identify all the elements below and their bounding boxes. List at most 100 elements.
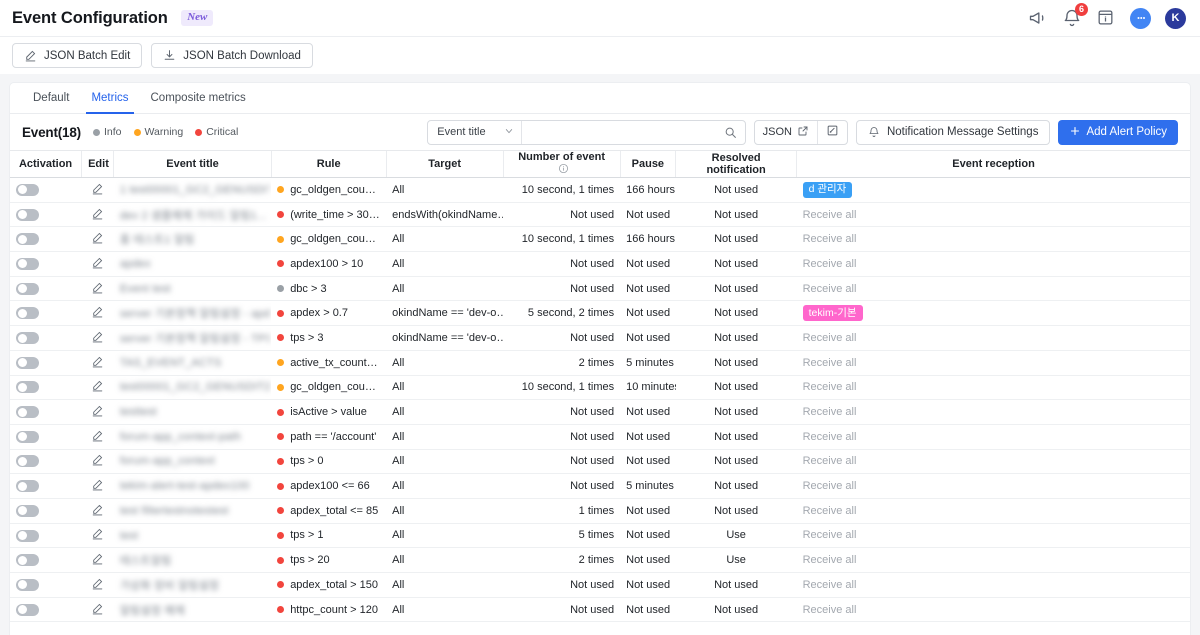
rule-cell: isActive > value: [271, 399, 387, 425]
activation-cell: [10, 325, 82, 351]
edit-pencil-icon[interactable]: [91, 231, 104, 247]
edit-pencil-icon[interactable]: [91, 281, 104, 297]
notification-message-settings-button[interactable]: Notification Message Settings: [855, 119, 1051, 145]
col-number-of-event-label: Number of event: [518, 151, 606, 163]
event-title-text: TAS_EVENT_ACTS: [119, 356, 222, 369]
rule-cell: gc_oldgen_count >…: [271, 375, 387, 401]
activation-toggle[interactable]: [16, 430, 39, 443]
activation-toggle[interactable]: [16, 307, 39, 320]
event-reception-cell: Receive all: [796, 449, 1190, 475]
event-title-cell: tekim-alert-test-apdex100: [113, 473, 272, 499]
legend-item-warning: Warning: [133, 126, 183, 138]
event-reception-badge[interactable]: tekim-기본: [802, 305, 863, 322]
event-reception-text: Receive all: [802, 282, 857, 295]
activation-cell: [10, 226, 82, 253]
edit-pencil-icon[interactable]: [91, 379, 104, 395]
activation-toggle[interactable]: [16, 282, 39, 295]
activation-toggle[interactable]: [16, 554, 39, 567]
event-reception-text: Receive all: [802, 233, 857, 246]
edit-pencil-icon[interactable]: [91, 207, 104, 223]
rule-text: gc_oldgen_count >…: [290, 381, 380, 394]
edit-cell: [81, 325, 114, 351]
event-reception-badge[interactable]: d 관리자: [802, 181, 853, 198]
table-row: server 기본정책 알림설정 - apdex apdex > 0.7 okind…: [10, 300, 1190, 327]
edit-pencil-icon[interactable]: [91, 429, 104, 445]
pause-cell: Not used: [620, 399, 676, 425]
number-of-event-cell: Not used: [503, 325, 621, 351]
edit-pencil-icon[interactable]: [91, 602, 104, 618]
resolved-notification-cell: Not used: [675, 449, 797, 475]
activation-toggle[interactable]: [16, 455, 39, 468]
event-title-cell: 홍 테스트1 알림: [113, 226, 272, 253]
rule-cell: path == '/account': [271, 424, 387, 450]
edit-pencil-icon[interactable]: [91, 577, 104, 593]
page-title-wrap: Event Configuration New: [12, 9, 214, 28]
edit-pencil-icon[interactable]: [91, 355, 104, 371]
edit-pencil-icon[interactable]: [91, 527, 104, 543]
event-reception-cell: Receive all: [796, 399, 1190, 425]
activation-cell: [10, 449, 82, 475]
table-row: Event test dbc > 3 All Not used Not used Not …: [10, 276, 1190, 302]
pause-cell: Not used: [620, 547, 676, 573]
edit-cell: [81, 251, 114, 277]
edit-pencil-icon[interactable]: [91, 552, 104, 568]
table-toolbar: Event(18) Info Warning Critical Event ti…: [10, 114, 1190, 150]
activation-toggle[interactable]: [16, 578, 39, 591]
activation-cell: [10, 202, 82, 228]
activation-toggle[interactable]: [16, 183, 39, 196]
edit-pencil-icon[interactable]: [91, 182, 104, 198]
json-import-button[interactable]: [816, 120, 847, 144]
bell-icon[interactable]: 6: [1062, 3, 1088, 28]
edit-pencil-icon[interactable]: [91, 478, 104, 494]
event-title-text: test00001_GC2_GENUSDIT2…: [119, 381, 270, 394]
event-title-text: 홍 테스트1 알림: [119, 234, 195, 247]
calendar-icon[interactable]: [1096, 8, 1116, 28]
number-of-event-cell: 5 times: [503, 523, 621, 549]
target-cell: All: [386, 424, 504, 450]
resolved-notification-cell: Not used: [675, 177, 797, 203]
json-export-button[interactable]: JSON: [755, 121, 817, 144]
search-field-select[interactable]: Event title: [428, 120, 522, 144]
megaphone-icon[interactable]: [1028, 8, 1048, 28]
avatar[interactable]: K: [1165, 7, 1186, 29]
search-icon[interactable]: [722, 126, 745, 139]
activation-toggle[interactable]: [16, 529, 39, 542]
activation-toggle[interactable]: [16, 480, 39, 493]
event-title-text: testtest: [119, 406, 157, 419]
search-input[interactable]: [521, 120, 722, 144]
rule-text: apdex > 0.7: [290, 307, 348, 320]
download-icon: [163, 49, 176, 62]
edit-pencil-icon[interactable]: [91, 453, 104, 469]
activation-toggle[interactable]: [16, 257, 39, 270]
activation-toggle[interactable]: [16, 603, 39, 616]
edit-pencil-icon[interactable]: [91, 503, 104, 519]
tab-default[interactable]: Default: [22, 83, 80, 114]
edit-pencil-icon[interactable]: [91, 404, 104, 420]
event-reception-text: Receive all: [802, 504, 857, 517]
add-alert-policy-button[interactable]: Add Alert Policy: [1058, 119, 1178, 145]
resolved-notification-cell: Not used: [675, 251, 797, 277]
activation-toggle[interactable]: [16, 208, 39, 221]
target-cell: All: [386, 572, 504, 598]
activation-toggle[interactable]: [16, 356, 39, 369]
event-title-cell: forum-app_context-path: [113, 424, 272, 450]
activation-toggle[interactable]: [16, 332, 39, 345]
activation-toggle[interactable]: [16, 406, 39, 419]
json-batch-download-button[interactable]: JSON Batch Download: [151, 43, 313, 68]
activation-cell: [10, 177, 82, 203]
edit-pencil-icon[interactable]: [91, 330, 104, 346]
resolved-notification-cell: Not used: [675, 276, 797, 302]
severity-dot-icon: [277, 531, 285, 539]
chat-icon[interactable]: [1130, 7, 1151, 29]
info-icon[interactable]: [558, 163, 569, 177]
tab-composite-metrics[interactable]: Composite metrics: [140, 83, 257, 114]
target-cell: okindName == 'dev-o…: [386, 325, 504, 351]
tab-metrics[interactable]: Metrics: [80, 83, 139, 114]
edit-pencil-icon[interactable]: [91, 256, 104, 272]
event-count-label: Event(18): [22, 124, 81, 140]
edit-pencil-icon[interactable]: [91, 305, 104, 321]
activation-toggle[interactable]: [16, 504, 39, 517]
activation-toggle[interactable]: [16, 233, 39, 246]
activation-toggle[interactable]: [16, 381, 39, 394]
json-batch-edit-button[interactable]: JSON Batch Edit: [12, 43, 143, 68]
